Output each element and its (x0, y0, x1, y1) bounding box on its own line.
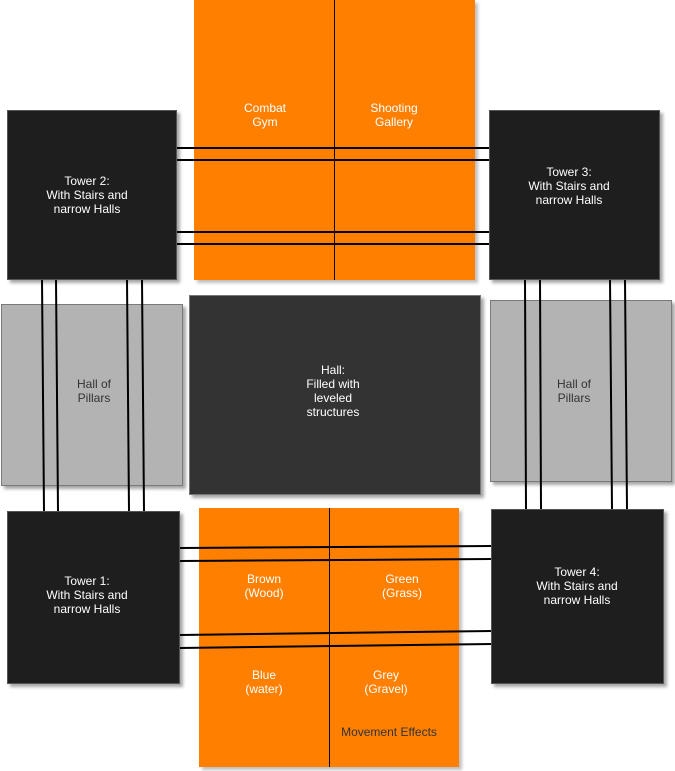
walkway-t2-t1-b (55, 279, 59, 512)
tower-1-label: Tower 1: With Stairs and narrow Halls (46, 574, 128, 616)
walkway-t2-t1-a (41, 279, 45, 512)
walkway-t1-t4-b (179, 558, 493, 562)
tower-4-label: Tower 4: With Stairs and narrow Halls (536, 565, 618, 607)
walkway-t1-t4-d (179, 643, 493, 649)
tower-2-label: Tower 2: With Stairs and narrow Halls (46, 174, 128, 216)
walkway-t2-t1-c (126, 279, 130, 512)
walkway-t1-t4-c (179, 630, 493, 636)
walkway-t3-t4-d (624, 279, 628, 510)
walkway-t2-t1-d (141, 279, 145, 512)
tower-3-label: Tower 3: With Stairs and narrow Halls (528, 165, 610, 207)
walkway-t3-t4-c (609, 279, 613, 510)
walkway-t3-t4-b (539, 279, 542, 510)
walkway-t3-t4-a (524, 279, 527, 510)
walkway-t1-t4-a (179, 545, 493, 549)
